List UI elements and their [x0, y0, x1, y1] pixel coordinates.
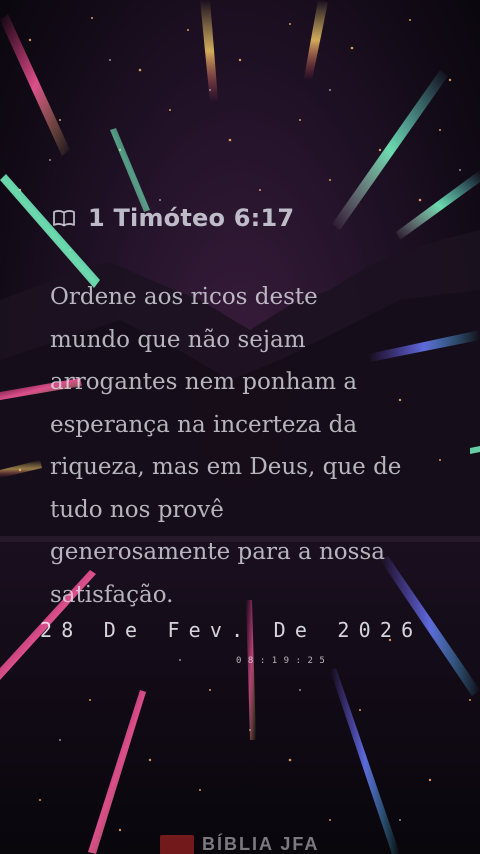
verse-line: mundo que não sejam: [50, 326, 306, 353]
verse-reference: 1 Timóteo 6:17: [52, 204, 294, 232]
app-logo-icon: [160, 834, 194, 854]
verse-line: generosamente para a nossa: [50, 539, 385, 565]
date-display: 28 De Fev. De 2026: [40, 618, 423, 642]
verse-line: tudo nos provê: [50, 496, 224, 523]
book-icon: [53, 210, 75, 227]
app-watermark: BÍBLIA JFA: [160, 834, 319, 854]
verse-reference-text: 1 Timóteo 6:17: [88, 204, 295, 232]
lock-screen: 1 Timóteo 6:17 Ordene aos ricos deste mu…: [0, 0, 480, 854]
verse-line: esperança na incerteza da: [50, 411, 358, 438]
verse-line: Ordene aos ricos deste: [50, 284, 318, 310]
verse-line: riqueza, mas em Deus, que de: [50, 454, 402, 480]
verse-line: satisfação.: [50, 581, 174, 608]
verse-text: Ordene aos ricos deste mundo que não sej…: [50, 276, 440, 616]
watermark-text: BÍBLIA JFA: [202, 834, 320, 854]
verse-line: arrogantes nem ponham a: [50, 369, 358, 395]
time-display: 08:19:25: [236, 656, 332, 666]
